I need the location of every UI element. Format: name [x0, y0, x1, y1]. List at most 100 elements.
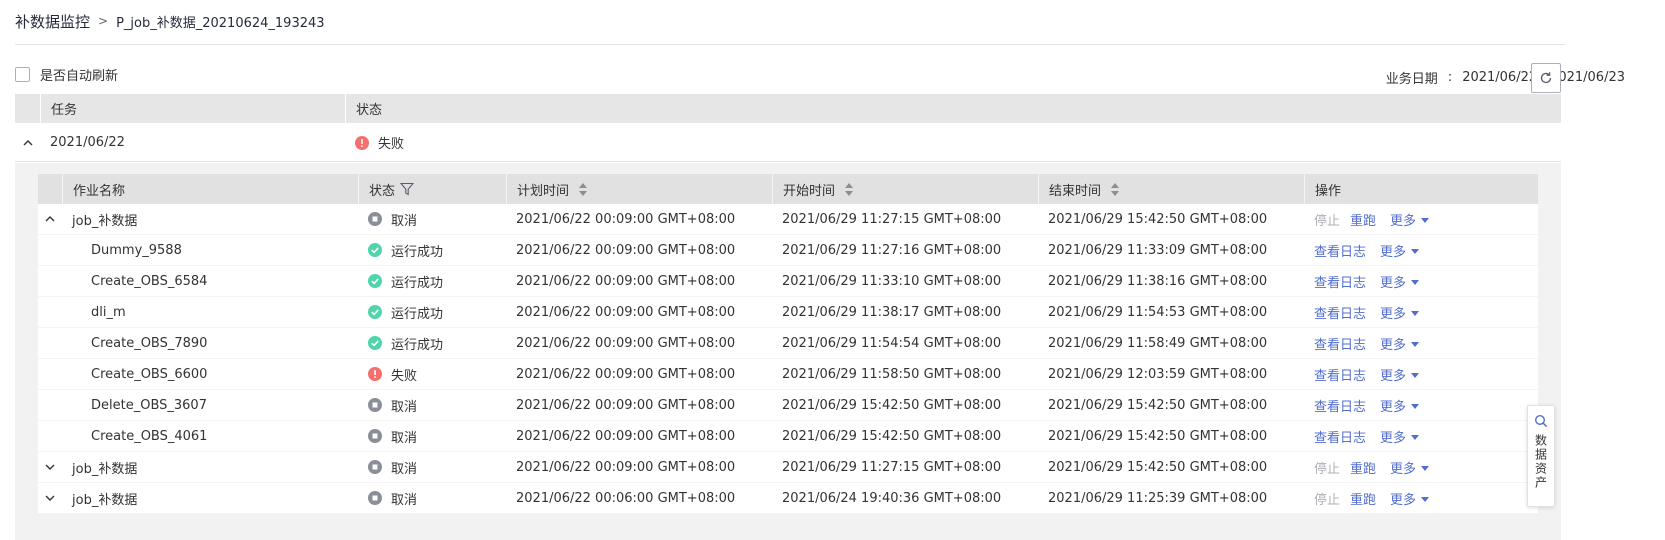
caret-down-icon	[1411, 310, 1420, 316]
header-job-name: 作业名称	[73, 183, 126, 199]
start-time: 2021/06/29 11:27:15 GMT+08:00	[782, 211, 1002, 227]
more-label: 更多	[1380, 306, 1407, 322]
table-row: dli_m 运行成功 2021/06/22 00:09:00 GMT+08:00…	[38, 297, 1538, 328]
job-name: Dummy_9588	[91, 242, 182, 258]
job-status: 运行成功	[391, 275, 444, 291]
header-divider	[15, 44, 1565, 45]
fail-status-icon	[355, 135, 369, 150]
caret-down-icon	[1421, 465, 1430, 471]
data-assets-tab[interactable]: 数据资产	[1527, 405, 1555, 507]
more-dropdown[interactable]: 更多	[1380, 334, 1420, 353]
more-label: 更多	[1390, 213, 1417, 229]
business-date-label: 业务日期	[1385, 72, 1438, 87]
table-row: Create_OBS_6584 运行成功 2021/06/22 00:09:00…	[38, 266, 1538, 297]
job-status: 运行成功	[391, 306, 444, 322]
caret-down-icon	[1411, 279, 1420, 285]
rerun-link[interactable]: 重跑	[1350, 458, 1376, 477]
end-time: 2021/06/29 11:54:53 GMT+08:00	[1048, 304, 1268, 320]
end-time: 2021/06/29 12:03:59 GMT+08:00	[1048, 366, 1268, 382]
plan-time: 2021/06/22 00:09:00 GMT+08:00	[516, 335, 736, 351]
more-dropdown[interactable]: 更多	[1380, 365, 1420, 384]
header-status: 状态	[369, 183, 396, 199]
view-log-link[interactable]: 查看日志	[1314, 396, 1366, 415]
outer-table-header: 任务 状态	[15, 94, 1561, 123]
outer-header-status: 状态	[356, 103, 383, 118]
caret-down-icon	[1411, 341, 1420, 347]
table-row: job_补数据 取消 2021/06/22 00:09:00 GMT+08:00…	[38, 204, 1538, 235]
sort-icon[interactable]	[1111, 182, 1120, 196]
end-time: 2021/06/29 15:42:50 GMT+08:00	[1048, 428, 1268, 444]
job-name: Delete_OBS_3607	[91, 397, 207, 413]
end-time: 2021/06/29 15:42:50 GMT+08:00	[1048, 211, 1268, 227]
auto-refresh-checkbox[interactable]	[15, 67, 30, 82]
chevron-up-icon[interactable]	[22, 137, 34, 149]
search-icon	[1534, 414, 1548, 428]
stop-link[interactable]: 停止	[1314, 210, 1340, 229]
job-name: Create_OBS_6584	[91, 273, 208, 289]
start-time: 2021/06/29 11:38:17 GMT+08:00	[782, 304, 1002, 320]
inner-table: 作业名称 状态 计划时间 开始时间 结束时间 操作 job_补数据 取消 202…	[38, 174, 1538, 514]
success-status-icon	[368, 243, 382, 257]
outer-row-status: 失败	[378, 137, 405, 152]
more-label: 更多	[1380, 399, 1407, 415]
more-dropdown[interactable]: 更多	[1380, 303, 1420, 322]
chevron-up-icon[interactable]	[44, 213, 56, 225]
job-status: 取消	[391, 399, 418, 415]
sort-icon[interactable]	[845, 182, 854, 196]
chevron-down-icon[interactable]	[44, 461, 56, 473]
stop-link[interactable]: 停止	[1314, 458, 1340, 477]
plan-time: 2021/06/22 00:09:00 GMT+08:00	[516, 397, 736, 413]
end-time: 2021/06/29 11:25:39 GMT+08:00	[1048, 490, 1268, 506]
view-log-link[interactable]: 查看日志	[1314, 272, 1366, 291]
job-name: job_补数据	[72, 461, 138, 477]
outer-table-row: 2021/06/22 失败	[15, 124, 1561, 162]
auto-refresh-toggle[interactable]: 是否自动刷新	[15, 65, 118, 84]
view-log-link[interactable]: 查看日志	[1314, 241, 1366, 260]
data-assets-label: 数据资产	[1533, 434, 1548, 490]
more-dropdown[interactable]: 更多	[1390, 489, 1430, 508]
rerun-link[interactable]: 重跑	[1350, 489, 1376, 508]
header-operations: 操作	[1315, 183, 1342, 199]
business-date: 业务日期 : 2021/06/22 - 2021/06/23	[1386, 68, 1625, 87]
more-dropdown[interactable]: 更多	[1380, 272, 1420, 291]
cancel-status-icon	[368, 398, 382, 412]
more-label: 更多	[1380, 275, 1407, 291]
job-status: 取消	[391, 461, 418, 477]
view-log-link[interactable]: 查看日志	[1314, 303, 1366, 322]
more-dropdown[interactable]: 更多	[1380, 241, 1420, 260]
job-name: job_补数据	[72, 492, 138, 508]
outer-row-date: 2021/06/22	[50, 135, 125, 150]
start-time: 2021/06/24 19:40:36 GMT+08:00	[782, 490, 1002, 506]
stop-link[interactable]: 停止	[1314, 489, 1340, 508]
table-row: job_补数据 取消 2021/06/22 00:06:00 GMT+08:00…	[38, 483, 1538, 514]
sort-icon[interactable]	[579, 182, 588, 196]
plan-time: 2021/06/22 00:09:00 GMT+08:00	[516, 366, 736, 382]
cancel-status-icon	[368, 212, 382, 226]
job-status: 取消	[391, 492, 418, 508]
job-status: 运行成功	[391, 244, 444, 260]
header-start-time: 开始时间	[783, 183, 836, 199]
view-log-link[interactable]: 查看日志	[1314, 334, 1366, 353]
caret-down-icon	[1411, 434, 1420, 440]
end-time: 2021/06/29 11:58:49 GMT+08:00	[1048, 335, 1268, 351]
view-log-link[interactable]: 查看日志	[1314, 427, 1366, 446]
more-dropdown[interactable]: 更多	[1390, 458, 1430, 477]
rerun-link[interactable]: 重跑	[1350, 210, 1376, 229]
job-status: 取消	[391, 430, 418, 446]
plan-time: 2021/06/22 00:09:00 GMT+08:00	[516, 459, 736, 475]
more-label: 更多	[1380, 430, 1407, 446]
business-date-colon: :	[1447, 70, 1453, 85]
more-dropdown[interactable]: 更多	[1380, 396, 1420, 415]
more-dropdown[interactable]: 更多	[1380, 427, 1420, 446]
view-log-link[interactable]: 查看日志	[1314, 365, 1366, 384]
filter-icon[interactable]	[400, 182, 415, 196]
plan-time: 2021/06/22 00:09:00 GMT+08:00	[516, 211, 736, 227]
chevron-down-icon[interactable]	[44, 492, 56, 504]
breadcrumb-root[interactable]: 补数据监控	[15, 11, 90, 32]
job-status: 失败	[391, 368, 418, 384]
refresh-button[interactable]	[1531, 63, 1561, 93]
start-time: 2021/06/29 11:27:15 GMT+08:00	[782, 459, 1002, 475]
success-status-icon	[368, 305, 382, 319]
job-name: Create_OBS_6600	[91, 366, 208, 382]
more-dropdown[interactable]: 更多	[1390, 210, 1430, 229]
